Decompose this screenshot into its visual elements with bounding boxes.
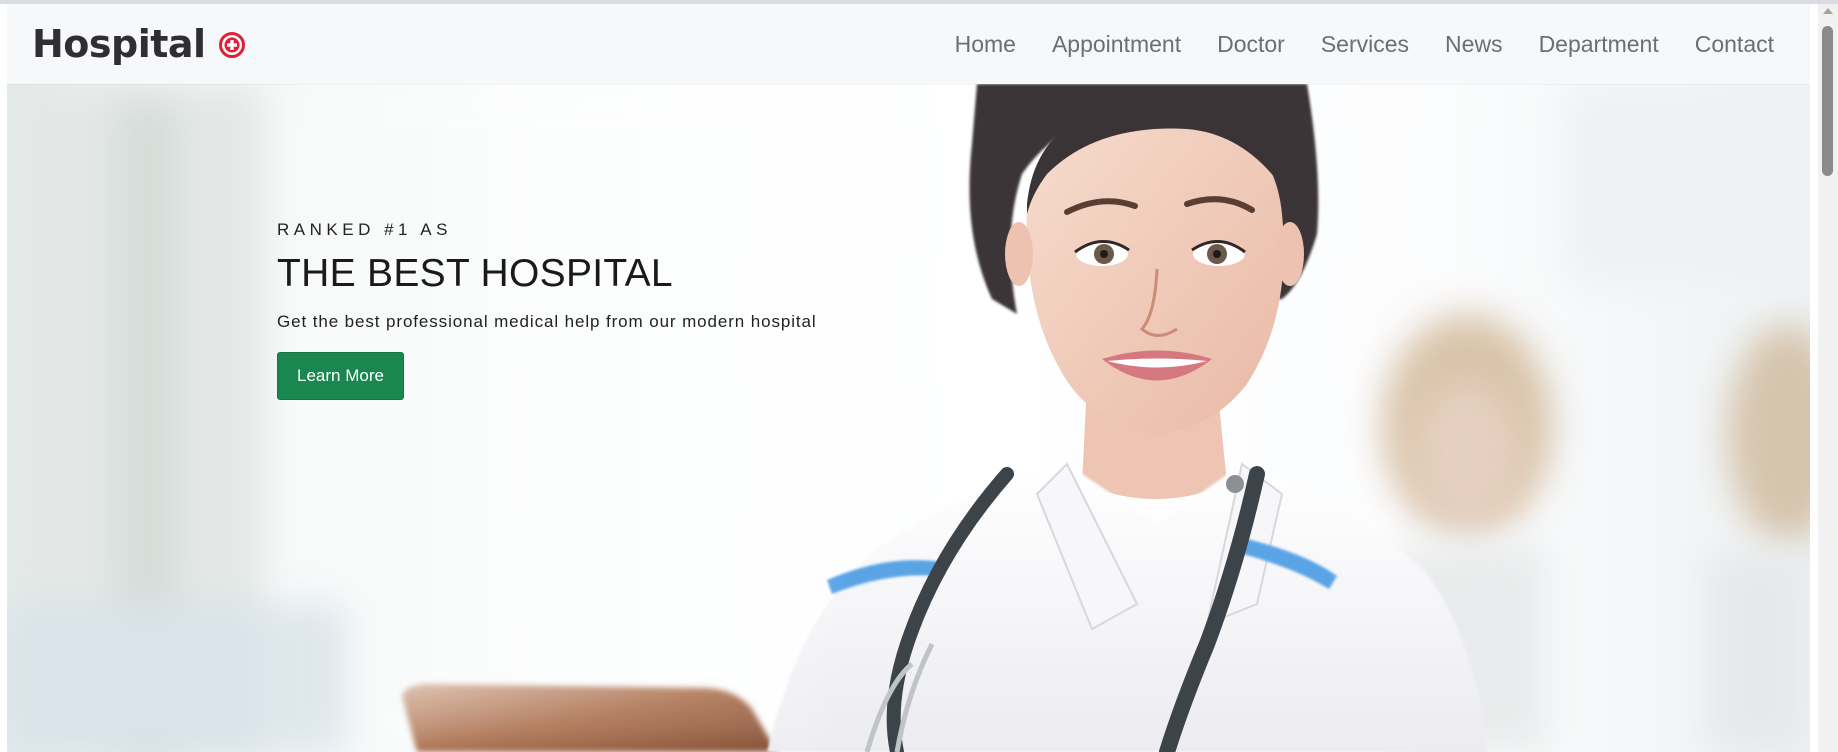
nav-services[interactable]: Services — [1321, 31, 1409, 58]
hero-background-image — [7, 84, 1810, 752]
scrollbar-thumb[interactable] — [1822, 26, 1833, 176]
hero-content: RANKED #1 AS THE BEST HOSPITAL Get the b… — [277, 220, 977, 400]
scroll-up-icon[interactable] — [1823, 8, 1833, 14]
nav-contact[interactable]: Contact — [1695, 31, 1774, 58]
page-scrollbar[interactable] — [1818, 4, 1838, 752]
nav-news[interactable]: News — [1445, 31, 1503, 58]
web-page: Hospital Home Appointment Doctor Service… — [7, 4, 1810, 752]
nav-appointment[interactable]: Appointment — [1052, 31, 1181, 58]
red-cross-circle-icon — [218, 32, 245, 58]
nav-department[interactable]: Department — [1539, 31, 1659, 58]
hero-section: RANKED #1 AS THE BEST HOSPITAL Get the b… — [7, 84, 1810, 752]
brand-logo[interactable]: Hospital — [32, 18, 246, 70]
main-nav: Home Appointment Doctor Services News De… — [955, 4, 1774, 84]
nav-home[interactable]: Home — [955, 31, 1016, 58]
browser-viewport: Hospital Home Appointment Doctor Service… — [0, 0, 1838, 752]
hero-title: THE BEST HOSPITAL — [277, 252, 673, 295]
nav-doctor[interactable]: Doctor — [1217, 31, 1285, 58]
hero-subtitle: Get the best professional medical help f… — [277, 312, 817, 331]
learn-more-button[interactable]: Learn More — [277, 352, 404, 400]
hero-eyebrow: RANKED #1 AS — [277, 220, 452, 239]
brand-name: Hospital — [32, 22, 206, 66]
navbar: Hospital Home Appointment Doctor Service… — [7, 4, 1810, 84]
